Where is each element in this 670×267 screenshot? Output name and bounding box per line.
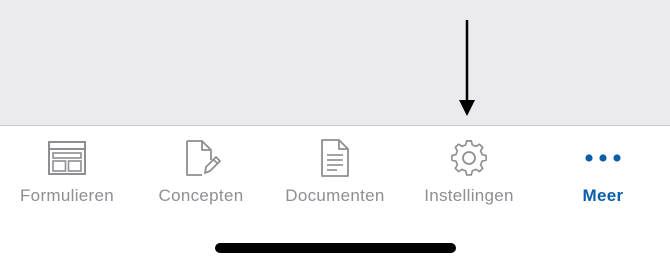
- annotation-arrow-icon: [459, 20, 475, 116]
- tab-concepten[interactable]: Concepten: [134, 126, 268, 216]
- tab-label: Concepten: [158, 186, 244, 205]
- tab-instellingen[interactable]: Instellingen: [402, 126, 536, 216]
- document-icon: [315, 138, 355, 178]
- app-screen: Formulieren Concepten Documenten Instell…: [0, 0, 670, 267]
- tab-formulieren[interactable]: Formulieren: [0, 126, 134, 216]
- tab-label: Documenten: [285, 186, 385, 205]
- gear-icon: [449, 138, 489, 178]
- draft-edit-icon: [181, 138, 221, 178]
- tab-label: Meer: [582, 186, 624, 205]
- content-area: [0, 0, 670, 125]
- home-indicator[interactable]: [215, 243, 456, 253]
- more-dots-icon: [583, 138, 623, 178]
- tab-meer[interactable]: Meer: [536, 126, 670, 216]
- tab-label: Formulieren: [20, 186, 114, 205]
- tab-label: Instellingen: [424, 186, 514, 205]
- forms-icon: [47, 138, 87, 178]
- tab-documenten[interactable]: Documenten: [268, 126, 402, 216]
